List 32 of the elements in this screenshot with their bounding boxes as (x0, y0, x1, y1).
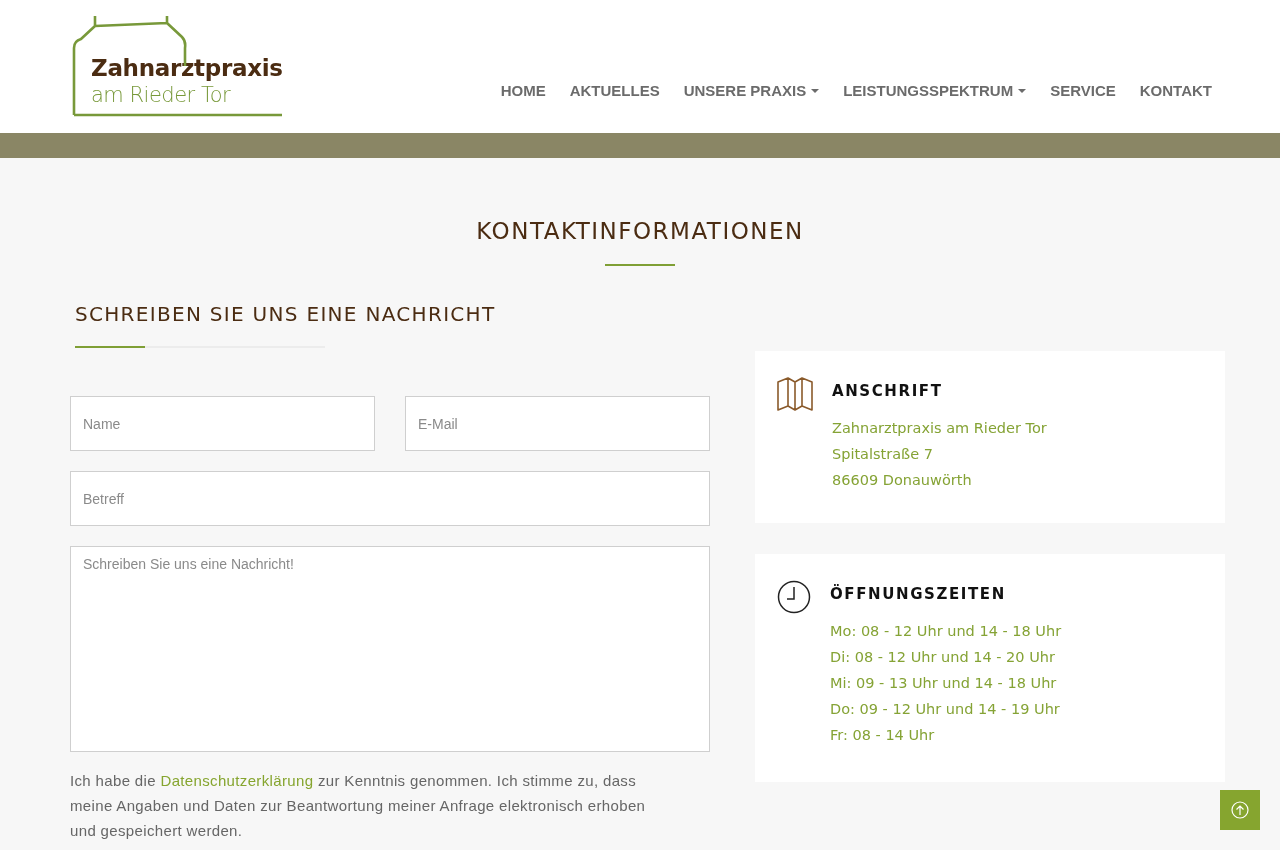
nav-link[interactable]: KONTAKT (1139, 81, 1212, 101)
page-title: KONTAKTINFORMATIONEN (475, 217, 805, 246)
logo-subtitle: am Rieder Tor (91, 82, 232, 108)
form-title: SCHREIBEN SIE UNS EINE NACHRICHT (75, 301, 497, 328)
nav-link[interactable]: UNSERE PRAXIS (683, 81, 820, 101)
nav-link[interactable]: SERVICE (1050, 81, 1116, 101)
clock-icon (777, 580, 811, 614)
back-to-top-button[interactable] (1220, 790, 1260, 830)
caret-icon (1018, 89, 1027, 93)
card-text: Do: 09 - 12 Uhr und 14 - 19 Uhr (830, 700, 1061, 719)
subject-field[interactable]: Betreff (70, 471, 710, 526)
card-text: Zahnarztpraxis am Rieder Tor (832, 419, 1047, 438)
card-text: Mi: 09 - 13 Uhr und 14 - 18 Uhr (830, 674, 1058, 693)
card-text: Fr: 08 - 14 Uhr (830, 726, 936, 745)
name-field[interactable]: Name (70, 396, 375, 451)
card-title: ÖFFNUNGSZEITEN (830, 584, 1007, 604)
nav-link[interactable]: AKTUELLES (569, 81, 660, 101)
card-title: ANSCHRIFT (832, 381, 944, 401)
card-text: Di: 08 - 12 Uhr und 14 - 20 Uhr (830, 648, 1056, 667)
card-text: 86609 Donauwörth (832, 471, 973, 490)
consent-text: Ich habe die Datenschutzerklärung zur Kenntnis genommen. Ich stimme zu, dass meine Angaben und Daten zur Beantwortung meiner Anfrage elektronisch erhoben und gespeichert werden. (70, 771, 647, 841)
email-field[interactable]: E-Mail (405, 396, 710, 451)
message-field[interactable]: Schreiben Sie uns eine Nachricht! (70, 546, 710, 752)
logo-title: Zahnarztpraxis (91, 54, 284, 82)
folded-map-icon (777, 377, 813, 411)
caret-icon (811, 89, 820, 93)
up-arrow-circle-icon (1231, 801, 1249, 819)
privacy-policy-link[interactable]: Datenschutzerklärung (160, 772, 314, 789)
card-text: Spitalstraße 7 (832, 445, 934, 464)
card-text: Mo: 08 - 12 Uhr und 14 - 18 Uhr (830, 622, 1062, 641)
nav-link[interactable]: LEISTUNGSSPEKTRUM (843, 81, 1027, 101)
nav-link[interactable]: HOME (500, 81, 546, 101)
